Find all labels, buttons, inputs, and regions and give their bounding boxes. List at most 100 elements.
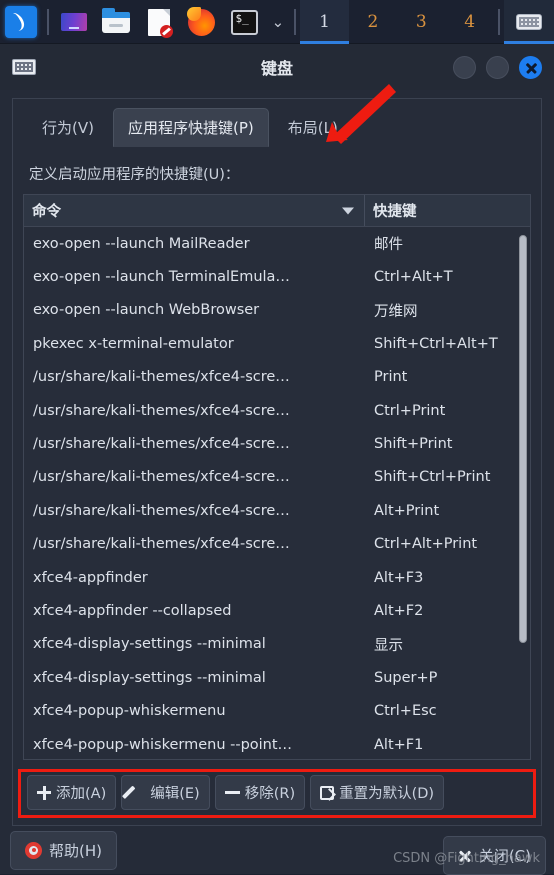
cell-command: /usr/share/kali-themes/xfce4-scre…: [33, 402, 290, 419]
column-header-shortcut[interactable]: 快捷键: [365, 195, 530, 226]
kali-menu-button[interactable]: [0, 0, 43, 44]
table-row[interactable]: exo-open --launch TerminalEmula… Ctrl+Alt…: [24, 260, 530, 293]
taskbar-divider-3: [497, 8, 500, 35]
add-button[interactable]: 添加(A): [27, 775, 117, 810]
tab-behavior[interactable]: 行为(V): [27, 108, 109, 147]
minimize-button[interactable]: [453, 55, 476, 79]
keyboard-settings-window: 键盘 行为(V) 应用程序快捷键(P) 布局(L) 定义启动应用程序的快捷键(U…: [0, 44, 554, 875]
document-icon: [147, 8, 173, 38]
desktop-icon: [60, 13, 87, 31]
cell-shortcut: Shift+Ctrl+Print: [374, 469, 491, 486]
table-row[interactable]: xfce4-appfinder Alt+F3: [24, 561, 530, 594]
table-row[interactable]: /usr/share/kali-themes/xfce4-scre… Shift+…: [24, 427, 530, 460]
workspace-label: 2: [367, 12, 379, 32]
file-manager-button[interactable]: [95, 0, 138, 44]
action-buttons-container: 添加(A) 编辑(E) 移除(R) 重置为默认(D): [18, 769, 536, 818]
edit-button[interactable]: 编辑(E): [121, 775, 210, 810]
cell-command: exo-open --launch MailReader: [33, 235, 250, 252]
table-row[interactable]: xfce4-appfinder --collapsed Alt+F2: [24, 594, 530, 627]
x-icon: [458, 849, 472, 863]
keyboard-layout-indicator[interactable]: [503, 0, 554, 44]
cell-command: /usr/share/kali-themes/xfce4-scre…: [33, 436, 290, 453]
window-footer: 帮助(H) 关闭(C) CSDN @Fighting_hawk: [0, 826, 554, 875]
cell-shortcut: Print: [374, 369, 408, 386]
cell-shortcut: Alt+Print: [374, 502, 440, 519]
remove-button-label: 移除(R): [244, 786, 296, 802]
firefox-button[interactable]: [180, 0, 223, 44]
cell-command: xfce4-display-settings --minimal: [33, 669, 266, 686]
maximize-button[interactable]: [486, 55, 509, 79]
taskbar-divider-2: [294, 8, 297, 35]
cell-shortcut: 邮件: [374, 237, 403, 254]
table-row[interactable]: pkexec x-terminal-emulator Shift+Ctrl+Alt…: [24, 327, 530, 360]
cell-shortcut: Alt+F3: [374, 569, 424, 586]
action-buttons: 添加(A) 编辑(E) 移除(R) 重置为默认(D): [27, 775, 527, 810]
table-row[interactable]: /usr/share/kali-themes/xfce4-scre… Print: [24, 361, 530, 394]
cell-command: xfce4-appfinder: [33, 569, 148, 586]
help-button[interactable]: 帮助(H): [10, 830, 117, 870]
workspace-button-3[interactable]: 3: [397, 0, 445, 44]
workspace-label: 3: [415, 12, 427, 32]
cell-shortcut: 万维网: [374, 303, 418, 320]
table-row[interactable]: xfce4-display-settings --minimal 显示: [24, 628, 530, 661]
column-header-label: 命令: [32, 204, 61, 220]
cell-shortcut: Ctrl+Alt+Print: [374, 536, 478, 553]
table-body[interactable]: exo-open --launch MailReader 邮件 exo-open -…: [24, 227, 530, 759]
shortcuts-table: 命令 快捷键 exo-open --launch MailReader 邮件 exo…: [23, 194, 531, 760]
help-button-label: 帮助(H): [49, 841, 102, 860]
table-row[interactable]: exo-open --launch MailReader 邮件: [24, 227, 530, 260]
reset-button-label: 重置为默认(D): [339, 786, 435, 802]
workspace-button-2[interactable]: 2: [349, 0, 397, 44]
close-icon-button[interactable]: [519, 55, 542, 79]
column-header-command[interactable]: 命令: [24, 195, 365, 226]
workspace-label: 1: [319, 12, 330, 32]
taskbar-overflow-button[interactable]: ⌄: [265, 0, 290, 44]
cell-shortcut: Ctrl+Alt+T: [374, 269, 453, 286]
plus-icon: [37, 785, 51, 800]
section-label: 定义启动应用程序的快捷键(U)：: [29, 167, 240, 183]
show-desktop-button[interactable]: [53, 0, 96, 44]
scrollbar-thumb[interactable]: [519, 235, 527, 643]
cell-command: /usr/share/kali-themes/xfce4-scre…: [33, 469, 290, 486]
firefox-icon: [186, 6, 215, 36]
reset-to-defaults-button[interactable]: 重置为默认(D): [310, 775, 445, 810]
table-row[interactable]: /usr/share/kali-themes/xfce4-scre… Shift+…: [24, 461, 530, 494]
close-button[interactable]: 关闭(C): [442, 836, 546, 875]
tab-layout[interactable]: 布局(L): [273, 108, 353, 147]
table-row[interactable]: xfce4-popup-whiskermenu --point… Alt+F1: [24, 728, 530, 759]
cell-command: /usr/share/kali-themes/xfce4-scre…: [33, 536, 290, 553]
tab-bar-container: 行为(V) 应用程序快捷键(P) 布局(L): [12, 98, 542, 147]
keyboard-icon: [12, 59, 36, 75]
text-editor-button[interactable]: [138, 0, 181, 44]
cell-shortcut: Shift+Ctrl+Alt+T: [374, 335, 498, 352]
tab-label: 应用程序快捷键(P): [127, 119, 254, 137]
minus-icon: [224, 791, 240, 794]
add-button-label: 添加(A): [56, 786, 107, 802]
table-row[interactable]: /usr/share/kali-themes/xfce4-scre… Ctrl+P…: [24, 394, 530, 427]
terminal-button[interactable]: [223, 0, 266, 44]
close-button-label: 关闭(C): [478, 847, 531, 865]
workspace-label: 4: [464, 12, 476, 32]
vertical-scrollbar[interactable]: [519, 229, 527, 757]
table-row[interactable]: xfce4-display-settings --minimal Super+P: [24, 661, 530, 694]
taskbar-divider-1: [46, 8, 49, 35]
cell-command: /usr/share/kali-themes/xfce4-scre…: [33, 369, 290, 386]
workspace-button-1[interactable]: 1: [300, 0, 350, 44]
table-row[interactable]: /usr/share/kali-themes/xfce4-scre… Ctrl+A…: [24, 528, 530, 561]
remove-button[interactable]: 移除(R): [214, 775, 306, 810]
window-titlebar[interactable]: 键盘: [0, 44, 554, 90]
cell-command: /usr/share/kali-themes/xfce4-scre…: [33, 502, 290, 519]
cell-command: exo-open --launch WebBrowser: [33, 302, 260, 319]
reset-icon: [320, 785, 335, 800]
cell-command: xfce4-popup-whiskermenu: [33, 703, 226, 720]
cell-shortcut: Shift+Print: [374, 436, 453, 453]
cell-command: pkexec x-terminal-emulator: [33, 335, 234, 352]
table-row[interactable]: xfce4-popup-whiskermenu Ctrl+Esc: [24, 694, 530, 727]
table-row[interactable]: /usr/share/kali-themes/xfce4-scre… Alt+Pr…: [24, 494, 530, 527]
tab-label: 布局(L): [287, 119, 338, 137]
table-row[interactable]: exo-open --launch WebBrowser 万维网: [24, 294, 530, 327]
keyboard-icon: [515, 14, 542, 30]
taskbar: ⌄ 1 2 3 4: [0, 0, 554, 44]
workspace-button-4[interactable]: 4: [445, 0, 493, 44]
tab-application-shortcuts[interactable]: 应用程序快捷键(P): [112, 108, 269, 147]
